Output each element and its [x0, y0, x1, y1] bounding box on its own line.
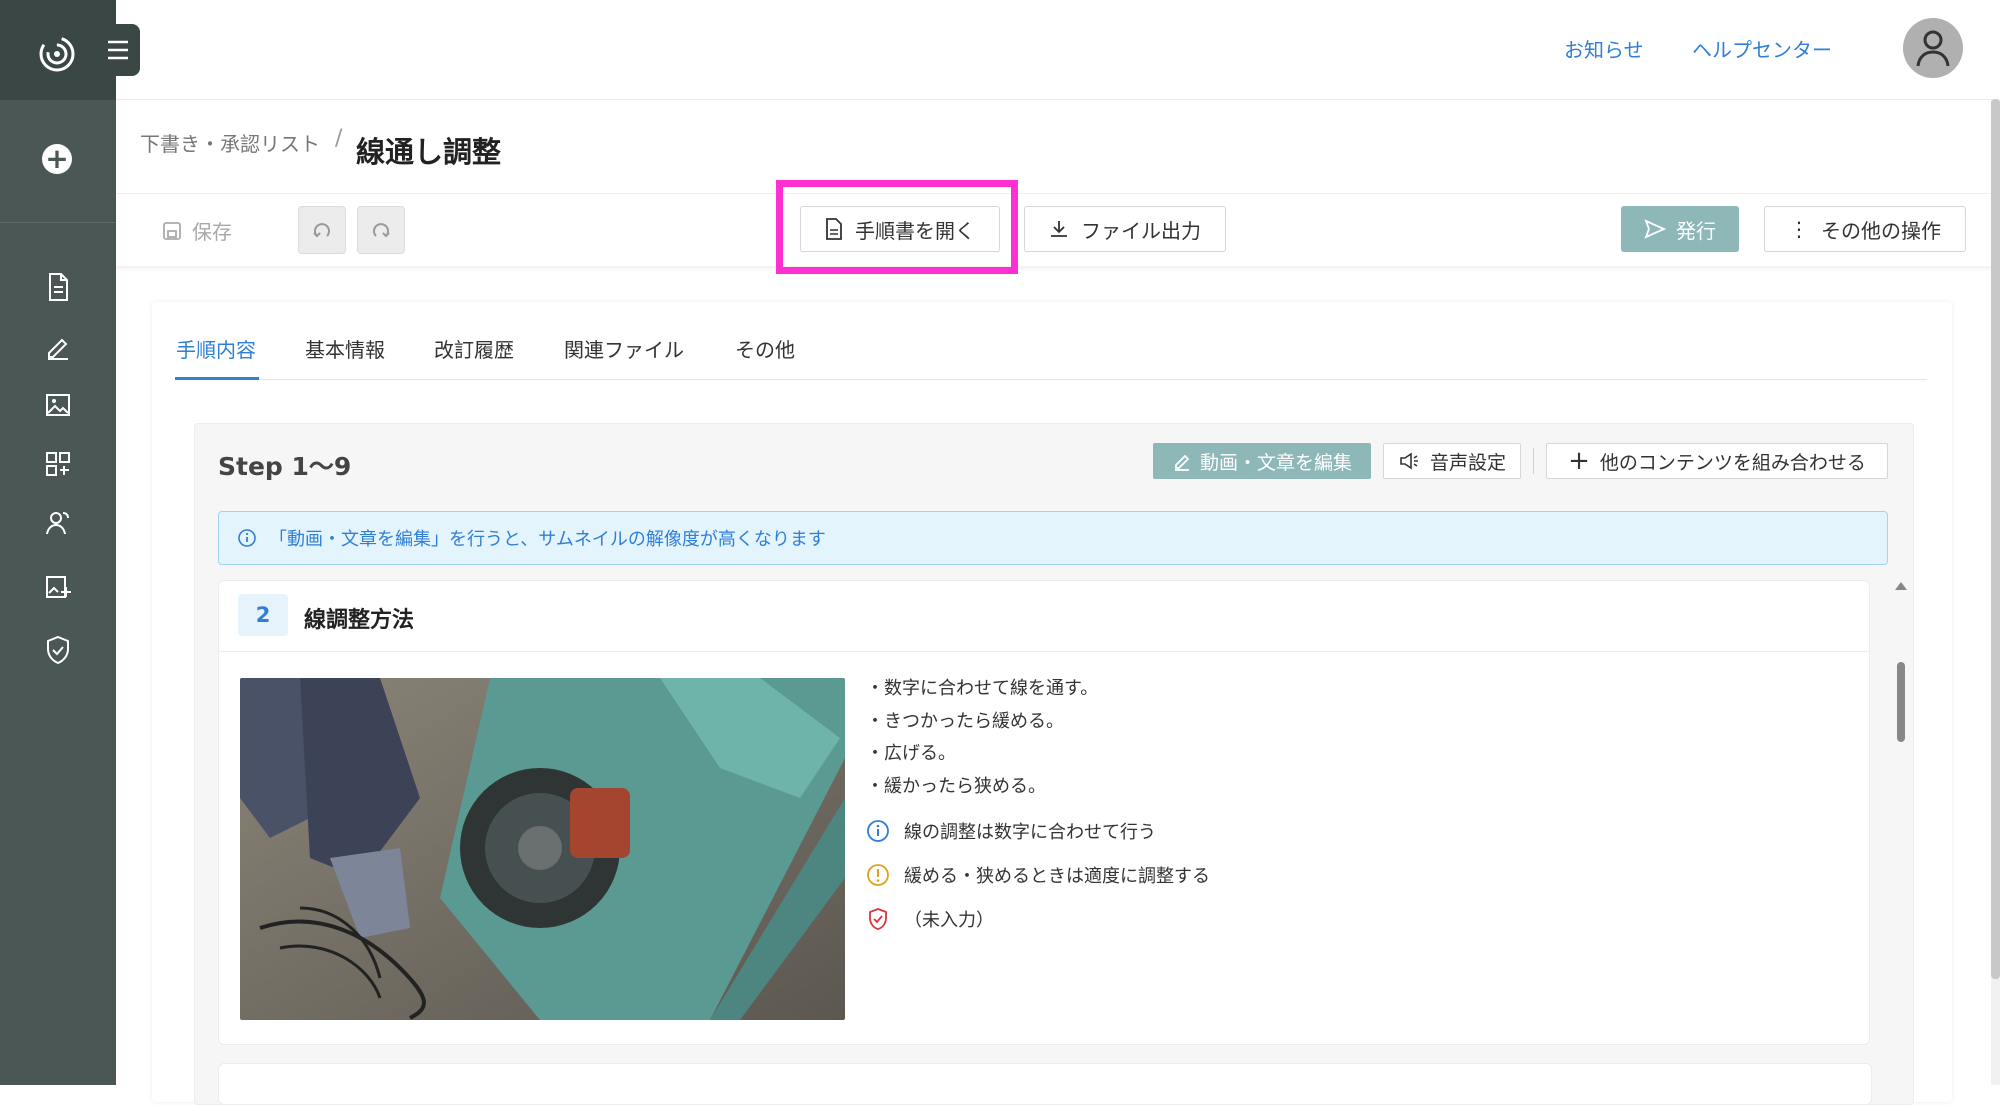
instruction-line: ・広げる。: [866, 743, 956, 765]
image-upload-icon[interactable]: [42, 571, 74, 603]
sidebar: +: [0, 0, 116, 1085]
user-icon: [1916, 30, 1950, 67]
highlight-box: [776, 180, 1018, 274]
machine-photo: [240, 678, 845, 1020]
users-icon[interactable]: [42, 507, 74, 539]
sidebar-divider: [0, 222, 116, 223]
edit-icon[interactable]: [42, 331, 74, 363]
scroll-up-arrow-icon[interactable]: [1895, 582, 1907, 590]
tab-revision-history[interactable]: 改訂履歴: [434, 334, 514, 363]
tab-procedure[interactable]: 手順内容: [176, 334, 256, 363]
hamburger-icon: [108, 40, 128, 60]
edit-icon: [1174, 454, 1190, 471]
warning-icon: [867, 864, 889, 886]
export-file-button[interactable]: ファイル出力: [1024, 206, 1226, 252]
speaker-icon: [1400, 452, 1418, 470]
page-scrollbar-thumb[interactable]: [1991, 99, 2000, 979]
audio-settings-button[interactable]: 音声設定: [1383, 443, 1521, 479]
save-icon: [163, 221, 181, 240]
info-banner: 「動画・文章を編集」を行うと、サムネイルの解像度が高くなります: [218, 511, 1888, 565]
active-tab-indicator: [175, 377, 259, 380]
edit-media-text-label: 動画・文章を編集: [1199, 451, 1352, 474]
undo-button[interactable]: [298, 206, 346, 254]
info-note: 線の調整は数字に合わせて行う: [866, 818, 1156, 844]
tab-divider: [175, 379, 1927, 380]
edit-media-text-button[interactable]: 動画・文章を編集: [1153, 443, 1371, 479]
kebab-icon: ⋮: [1789, 217, 1809, 241]
combine-content-button[interactable]: + 他のコンテンツを組み合わせる: [1546, 443, 1888, 479]
menu-toggle-button[interactable]: [96, 24, 140, 76]
info-message: 「動画・文章を編集」を行うと、サムネイルの解像度が高くなります: [269, 529, 826, 550]
help-center-link[interactable]: ヘルプセンター: [1692, 34, 1832, 63]
more-actions-label: その他の操作: [1821, 218, 1941, 243]
save-button[interactable]: 保存: [162, 216, 232, 245]
instruction-line: ・きつかったら緩める。: [866, 710, 1064, 732]
step-number-badge: 2: [238, 594, 288, 636]
next-step-card: [218, 1063, 1872, 1105]
tab-other[interactable]: その他: [735, 334, 795, 363]
publish-label: 発行: [1676, 218, 1716, 243]
redo-button[interactable]: [357, 206, 405, 254]
page-title: 線通し調整: [356, 135, 502, 169]
add-icon[interactable]: +: [42, 144, 72, 174]
more-actions-button[interactable]: ⋮ その他の操作: [1764, 206, 1966, 252]
step-instructions: ・数字に合わせて線を通す。 ・きつかったら緩める。 ・広げる。 ・緩かったら狭め…: [866, 673, 1098, 803]
info-note-text: 線の調整は数字に合わせて行う: [904, 822, 1156, 843]
safety-note-text: （未入力）: [904, 910, 994, 931]
step-title: 線調整方法: [304, 608, 415, 633]
audio-settings-label: 音声設定: [1429, 451, 1506, 474]
app-logo-icon[interactable]: [33, 30, 81, 78]
shield-check-icon[interactable]: [42, 634, 74, 666]
combine-content-label: 他のコンテンツを組み合わせる: [1599, 451, 1866, 474]
download-icon: [1051, 221, 1067, 237]
publish-button[interactable]: 発行: [1621, 206, 1739, 252]
breadcrumb[interactable]: 下書き・承認リスト: [140, 128, 320, 157]
instruction-line: ・数字に合わせて線を通す。: [866, 678, 1099, 699]
warning-note: 緩める・狭めるときは適度に調整する: [866, 862, 1210, 888]
breadcrumb-separator: /: [335, 126, 343, 151]
redo-icon: [373, 223, 390, 238]
tab-basic-info[interactable]: 基本情報: [305, 334, 385, 363]
plus-icon: +: [1568, 446, 1590, 476]
toolbar-divider: [1533, 448, 1534, 474]
step-thumbnail-image[interactable]: [240, 678, 845, 1020]
step-card-divider: [219, 651, 1869, 652]
info-icon: [867, 820, 889, 842]
info-icon: [238, 529, 256, 547]
warning-note-text: 緩める・狭めるときは適度に調整する: [904, 866, 1210, 887]
undo-icon: [313, 223, 330, 238]
send-icon: [1644, 219, 1666, 239]
notifications-link[interactable]: お知らせ: [1564, 34, 1644, 63]
document-icon[interactable]: [42, 271, 74, 303]
export-label: ファイル出力: [1081, 218, 1201, 243]
tab-related-files[interactable]: 関連ファイル: [564, 334, 684, 363]
dashboard-icon[interactable]: [42, 448, 74, 480]
instruction-line: ・緩かったら狭める。: [866, 775, 1046, 797]
avatar[interactable]: [1903, 18, 1963, 78]
image-icon[interactable]: [42, 389, 74, 421]
inner-scrollbar-thumb[interactable]: [1897, 662, 1905, 742]
safety-note: （未入力）: [866, 906, 994, 932]
step-range-title: Step 1〜9: [218, 452, 352, 481]
shield-check-icon: [869, 908, 887, 930]
save-label: 保存: [192, 220, 232, 244]
